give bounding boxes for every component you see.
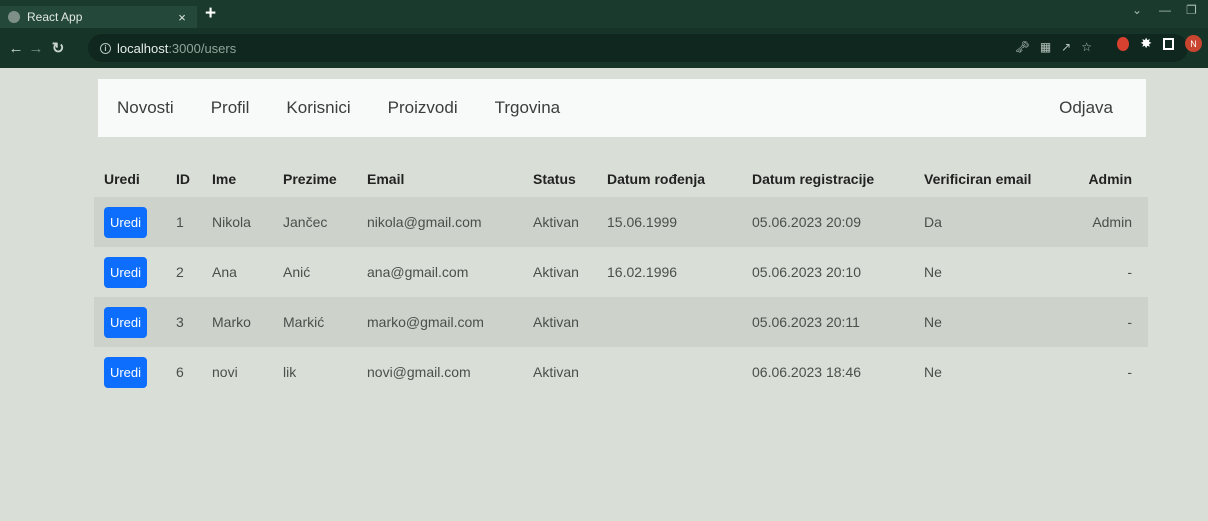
puzzle-icon[interactable]: ✸: [1140, 35, 1152, 52]
cell-datum-registracije: 06.06.2023 18:46: [752, 364, 861, 380]
cell-status: Aktivan: [533, 264, 579, 280]
edit-user-button[interactable]: Uredi: [104, 206, 147, 238]
table-row: Uredi 2 Ana Anić ana@gmail.com Aktivan 1…: [94, 247, 1148, 297]
header-ime: Ime: [212, 171, 237, 187]
cell-verificiran: Ne: [924, 364, 942, 380]
cell-admin: -: [1127, 364, 1132, 380]
url-path: :3000/users: [168, 40, 237, 56]
tab-title: React App: [27, 10, 83, 24]
cell-admin: -: [1127, 314, 1132, 330]
share-icon[interactable]: ↗: [1061, 40, 1071, 54]
browser-toolbar: ← → ↻ i localhost :3000/users 🗝 ▦ ↗ ☆: [0, 28, 1208, 68]
cell-datum-registracije: 05.06.2023 20:11: [752, 314, 860, 330]
header-email: Email: [367, 171, 405, 187]
back-arrow-icon[interactable]: ←: [6, 40, 26, 57]
browser-tab-strip: React App × + ⌄ — ❐: [0, 0, 1208, 28]
edit-user-button[interactable]: Uredi: [104, 256, 147, 288]
cell-datum-registracije: 05.06.2023 20:09: [752, 214, 861, 230]
cell-ime: novi: [212, 364, 238, 380]
cell-status: Aktivan: [533, 214, 579, 230]
cell-email: marko@gmail.com: [367, 314, 484, 330]
header-uredi: Uredi: [104, 171, 140, 187]
nav-link-novosti[interactable]: Novosti: [117, 98, 174, 118]
cell-admin: Admin: [1092, 214, 1132, 230]
app-navbar: Novosti Profil Korisnici Proizvodi Trgov…: [98, 79, 1146, 137]
cell-prezime: Anić: [283, 264, 311, 280]
cell-datum-rodjenja: 16.02.1996: [607, 264, 678, 280]
cell-prezime: Markić: [283, 314, 325, 330]
cell-ime: Nikola: [212, 214, 251, 230]
cell-verificiran: Ne: [924, 314, 942, 330]
cell-datum-rodjenja: [597, 297, 742, 347]
address-bar[interactable]: i localhost :3000/users 🗝 ▦ ↗ ☆: [88, 34, 1188, 62]
header-admin: Admin: [1088, 171, 1132, 187]
logout-link[interactable]: Odjava: [1059, 98, 1113, 118]
header-datum-registracije: Datum registracije: [752, 171, 875, 187]
table-row: Uredi 1 Nikola Jančec nikola@gmail.com A…: [94, 197, 1148, 247]
react-favicon-icon: [8, 11, 20, 23]
table-header-row: Uredi ID Ime Prezime Email Status Datum …: [94, 161, 1148, 197]
header-verificiran-email: Verificiran email: [924, 171, 1032, 187]
extension-shield-icon[interactable]: [1117, 36, 1130, 51]
cell-verificiran: Ne: [924, 264, 942, 280]
new-tab-button[interactable]: +: [205, 4, 216, 24]
cell-id: 1: [176, 214, 184, 230]
minimize-icon[interactable]: —: [1159, 3, 1171, 17]
edit-user-button[interactable]: Uredi: [104, 356, 147, 388]
cell-datum-rodjenja: [597, 347, 742, 397]
nav-link-profil[interactable]: Profil: [211, 98, 250, 118]
cell-status: Aktivan: [533, 314, 579, 330]
info-icon[interactable]: i: [100, 42, 111, 54]
profile-avatar-icon[interactable]: N: [1185, 35, 1202, 52]
cell-id: 3: [176, 314, 184, 330]
nav-link-proizvodi[interactable]: Proizvodi: [388, 98, 458, 118]
cell-datum-rodjenja: 15.06.1999: [607, 214, 678, 230]
cell-datum-registracije: 05.06.2023 20:10: [752, 264, 861, 280]
side-panel-icon[interactable]: [1163, 37, 1174, 50]
restore-window-icon[interactable]: ❐: [1186, 3, 1197, 17]
cell-email: nikola@gmail.com: [367, 214, 482, 230]
reload-icon[interactable]: ↻: [48, 39, 68, 57]
browser-tab[interactable]: React App ×: [0, 6, 197, 28]
table-row: Uredi 6 novi lik novi@gmail.com Aktivan …: [94, 347, 1148, 397]
extension-icons: ✸ N: [1117, 35, 1202, 52]
users-table: Uredi ID Ime Prezime Email Status Datum …: [94, 161, 1148, 397]
cell-verificiran: Da: [924, 214, 942, 230]
url-host: localhost: [117, 40, 169, 56]
cell-id: 2: [176, 264, 184, 280]
cell-email: novi@gmail.com: [367, 364, 471, 380]
header-datum-rodjenja: Datum rođenja: [607, 171, 706, 187]
key-icon[interactable]: 🗝: [1015, 40, 1030, 54]
nav-link-korisnici[interactable]: Korisnici: [286, 98, 350, 118]
tab-close-icon[interactable]: ×: [175, 10, 189, 25]
cell-ime: Marko: [212, 314, 251, 330]
bookmark-star-icon[interactable]: ☆: [1081, 40, 1092, 54]
header-prezime: Prezime: [283, 171, 337, 187]
header-id: ID: [176, 171, 190, 187]
cell-prezime: Jančec: [283, 214, 328, 230]
cell-admin: -: [1127, 264, 1132, 280]
table-row: Uredi 3 Marko Markić marko@gmail.com Akt…: [94, 297, 1148, 347]
chevron-down-icon[interactable]: ⌄: [1132, 3, 1142, 17]
cell-email: ana@gmail.com: [367, 264, 469, 280]
nav-link-trgovina[interactable]: Trgovina: [495, 98, 561, 118]
translate-icon[interactable]: ▦: [1040, 40, 1051, 54]
forward-arrow-icon[interactable]: →: [26, 40, 46, 57]
header-status: Status: [533, 171, 576, 187]
cell-ime: Ana: [212, 264, 237, 280]
edit-user-button[interactable]: Uredi: [104, 306, 147, 338]
cell-id: 6: [176, 364, 184, 380]
cell-status: Aktivan: [533, 364, 579, 380]
cell-prezime: lik: [283, 364, 297, 380]
